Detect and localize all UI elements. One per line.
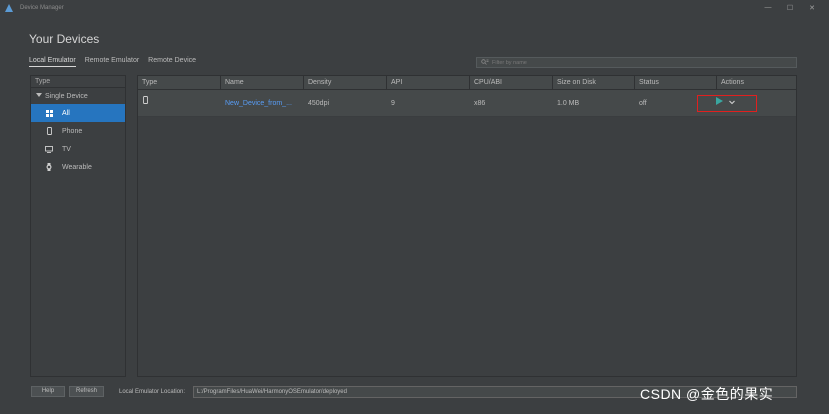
refresh-button[interactable]: Refresh: [69, 386, 104, 397]
triangle-down-icon: [36, 92, 42, 100]
title-bar: Device Manager — ☐ ✕: [0, 0, 829, 15]
table-row[interactable]: New_Device_from_... 450dpi 9 x86 1.0 MB …: [138, 90, 796, 117]
column-header-api[interactable]: API: [387, 76, 470, 89]
table-header: Type Name Density API CPU/ABI Size on Di…: [138, 76, 796, 90]
window-title: Device Manager: [20, 4, 64, 11]
row-size-cell: 1.0 MB: [557, 100, 580, 107]
row-density-cell: 450dpi: [308, 100, 330, 107]
device-name-link[interactable]: New_Device_from_...: [221, 90, 304, 116]
tv-icon: [45, 145, 53, 153]
column-header-name[interactable]: Name: [221, 76, 304, 89]
row-cpu-cell: x86: [474, 100, 486, 107]
sidebar-item-phone[interactable]: Phone: [31, 122, 125, 140]
close-button[interactable]: ✕: [801, 4, 823, 12]
sidebar-item-label: Phone: [62, 127, 83, 135]
sidebar-item-wearable[interactable]: Wearable: [31, 158, 125, 176]
search-icon: [481, 58, 489, 67]
help-button[interactable]: Help: [31, 386, 65, 397]
sidebar-item-all[interactable]: All: [31, 104, 125, 122]
sidebar-group-label: Single Device: [45, 92, 88, 100]
row-type-cell: [138, 90, 221, 116]
play-icon[interactable]: [716, 90, 723, 117]
tab-remote-emulator[interactable]: Remote Emulator: [85, 57, 139, 67]
sidebar-item-tv[interactable]: TV: [31, 140, 125, 158]
filter-input[interactable]: Filter by name: [476, 57, 797, 68]
page-title: Your Devices: [29, 32, 100, 46]
sidebar-item-label: Wearable: [62, 163, 92, 171]
phone-icon: [45, 127, 53, 135]
row-actions-cell: [697, 90, 796, 116]
row-api-cell: 9: [391, 100, 395, 107]
filter-placeholder: Filter by name: [492, 59, 527, 66]
watch-icon: [45, 163, 53, 171]
sidebar-group-single-device[interactable]: Single Device: [31, 88, 125, 104]
column-header-cpu-abi[interactable]: CPU/ABI: [470, 76, 553, 89]
app-logo-icon: [4, 3, 13, 12]
minimize-button[interactable]: —: [757, 4, 779, 11]
tab-bar: Local Emulator Remote Emulator Remote De…: [29, 57, 196, 67]
maximize-button[interactable]: ☐: [779, 4, 801, 12]
sidebar-header: Type: [31, 76, 125, 88]
grid-icon: [45, 109, 53, 117]
column-header-size-on-disk[interactable]: Size on Disk: [553, 76, 635, 89]
sidebar-item-label: All: [62, 109, 70, 117]
column-header-status[interactable]: Status: [635, 76, 717, 89]
chevron-down-icon[interactable]: [729, 90, 735, 117]
actions-highlight-box: [697, 95, 757, 112]
sidebar-item-label: TV: [62, 145, 71, 153]
phone-icon: [143, 90, 148, 116]
column-header-type[interactable]: Type: [138, 76, 221, 89]
watermark-text: CSDN @金色的果实: [640, 386, 774, 402]
device-table: Type Name Density API CPU/ABI Size on Di…: [137, 75, 797, 377]
column-header-actions[interactable]: Actions: [717, 76, 796, 89]
column-header-density[interactable]: Density: [304, 76, 387, 89]
device-type-sidebar: Type Single Device All Phone TV Wearable: [30, 75, 126, 377]
emulator-location-label: Local Emulator Location:: [119, 389, 186, 395]
tab-remote-device[interactable]: Remote Device: [148, 57, 196, 67]
tab-local-emulator[interactable]: Local Emulator: [29, 57, 76, 67]
